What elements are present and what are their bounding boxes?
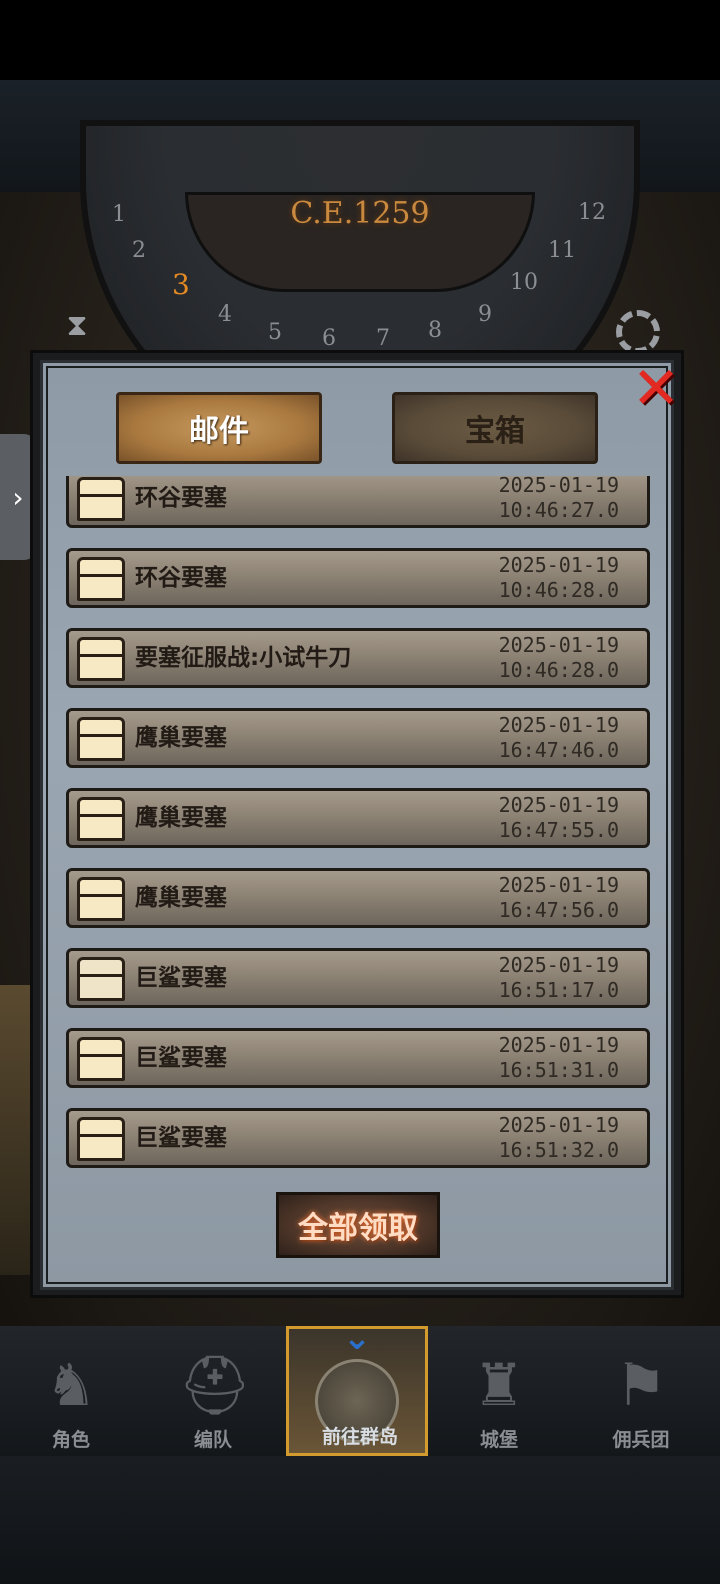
chest-icon bbox=[77, 797, 125, 841]
nav-castle[interactable]: ♜ 城堡 bbox=[428, 1326, 570, 1456]
dial-number-active: 3 bbox=[172, 268, 190, 301]
dial-number: 8 bbox=[428, 318, 442, 343]
banner-icon: ⚑ bbox=[615, 1351, 667, 1419]
mail-item[interactable]: 鹰巢要塞 2025-01-19 16:47:55.0 bbox=[66, 788, 650, 848]
mail-date: 2025-01-19 bbox=[498, 1113, 619, 1137]
dial-number: 4 bbox=[218, 302, 232, 327]
nav-formation[interactable]: ⛑ 编队 bbox=[142, 1326, 284, 1456]
mail-title: 巨鲨要塞 bbox=[135, 1045, 227, 1071]
dial-number: 12 bbox=[578, 200, 606, 225]
chest-icon bbox=[77, 1117, 125, 1161]
castle-icon: ♜ bbox=[473, 1351, 525, 1419]
dial-number: 2 bbox=[132, 238, 146, 263]
game-screen: C.E.1259 1 2 3 4 5 6 7 8 9 10 11 12 ⧗ › … bbox=[0, 0, 720, 1584]
side-quest-decor bbox=[0, 985, 30, 1275]
mail-date: 2025-01-19 bbox=[498, 873, 619, 897]
mail-title: 环谷要塞 bbox=[135, 565, 227, 591]
nav-label: 城堡 bbox=[479, 1429, 518, 1451]
mail-timestamp: 2025-01-19 10:46:28.0 bbox=[499, 553, 619, 603]
mail-timestamp: 2025-01-19 16:47:56.0 bbox=[499, 873, 619, 923]
mail-timestamp: 2025-01-19 10:46:27.0 bbox=[499, 476, 619, 523]
nav-character[interactable]: ♞ 角色 bbox=[0, 1326, 142, 1456]
mail-time: 16:47:46.0 bbox=[498, 738, 619, 762]
mail-time: 10:46:28.0 bbox=[498, 658, 619, 682]
nav-label: 编队 bbox=[193, 1429, 232, 1451]
mail-date: 2025-01-19 bbox=[498, 476, 619, 497]
mail-date: 2025-01-19 bbox=[498, 793, 619, 817]
mail-title: 要塞征服战:小试牛刀 bbox=[135, 645, 352, 671]
gear-icon[interactable] bbox=[616, 310, 660, 354]
closed-chest-icon bbox=[77, 957, 125, 1001]
mail-list[interactable]: 环谷要塞 2025-01-19 10:46:27.0 环谷要塞 2025-01-… bbox=[66, 476, 656, 1176]
bottom-band bbox=[0, 1456, 720, 1584]
close-icon[interactable]: ✕ bbox=[628, 359, 684, 417]
mail-item[interactable]: 要塞征服战:小试牛刀 2025-01-19 10:46:28.0 bbox=[66, 628, 650, 688]
dial-number: 6 bbox=[322, 326, 336, 351]
mail-timestamp: 2025-01-19 16:51:31.0 bbox=[499, 1033, 619, 1083]
mail-item[interactable]: 鹰巢要塞 2025-01-19 16:47:46.0 bbox=[66, 708, 650, 768]
mail-item[interactable]: 巨鲨要塞 2025-01-19 16:51:31.0 bbox=[66, 1028, 650, 1088]
chest-icon bbox=[77, 557, 125, 601]
mail-title: 巨鲨要塞 bbox=[135, 1125, 227, 1151]
knight-icon: ♞ bbox=[45, 1351, 97, 1419]
status-bar-area bbox=[0, 0, 720, 80]
dial-number: 7 bbox=[376, 326, 390, 351]
mail-title: 巨鲨要塞 bbox=[135, 965, 227, 991]
chest-icon bbox=[77, 717, 125, 761]
mail-timestamp: 2025-01-19 10:46:28.0 bbox=[499, 633, 619, 683]
hourglass-icon[interactable]: ⧗ bbox=[60, 308, 94, 348]
nav-label: 角色 bbox=[51, 1429, 90, 1451]
dial-number: 11 bbox=[548, 238, 576, 263]
mail-title: 鹰巢要塞 bbox=[135, 885, 227, 911]
mail-time: 10:46:28.0 bbox=[498, 578, 619, 602]
dial-number: 9 bbox=[478, 302, 492, 327]
mail-item[interactable]: 环谷要塞 2025-01-19 10:46:28.0 bbox=[66, 548, 650, 608]
mail-time: 16:47:55.0 bbox=[498, 818, 619, 842]
dial-number: 1 bbox=[112, 202, 126, 227]
mail-item[interactable]: 巨鲨要塞 2025-01-19 16:51:17.0 bbox=[66, 948, 650, 1008]
dial-number: 5 bbox=[268, 320, 282, 345]
mail-time: 16:47:56.0 bbox=[498, 898, 619, 922]
mail-timestamp: 2025-01-19 16:51:17.0 bbox=[499, 953, 619, 1003]
mail-item[interactable]: 鹰巢要塞 2025-01-19 16:47:56.0 bbox=[66, 868, 650, 928]
nav-mercenaries[interactable]: ⚑ 佣兵团 bbox=[570, 1326, 712, 1456]
mail-timestamp: 2025-01-19 16:47:55.0 bbox=[499, 793, 619, 843]
mail-date: 2025-01-19 bbox=[498, 953, 619, 977]
mail-date: 2025-01-19 bbox=[498, 553, 619, 577]
chevron-right-icon: › bbox=[12, 480, 24, 514]
mail-time: 16:51:17.0 bbox=[498, 978, 619, 1002]
tab-chests[interactable]: 宝箱 bbox=[392, 392, 598, 464]
nav-islands[interactable]: ⌄ 前往群岛 bbox=[286, 1318, 428, 1456]
chest-icon bbox=[77, 877, 125, 921]
chest-icon bbox=[77, 477, 125, 521]
claim-all-button[interactable]: 全部领取 bbox=[276, 1192, 440, 1258]
mail-title: 环谷要塞 bbox=[135, 485, 227, 511]
mail-item[interactable]: 环谷要塞 2025-01-19 10:46:27.0 bbox=[66, 476, 650, 528]
helmet-icon: ⛑ bbox=[178, 1351, 252, 1419]
mail-date: 2025-01-19 bbox=[498, 713, 619, 737]
chest-icon bbox=[77, 1037, 125, 1081]
chevron-down-icon: ⌄ bbox=[342, 1318, 372, 1358]
dial-number: 10 bbox=[510, 270, 538, 295]
mail-time: 16:51:32.0 bbox=[498, 1138, 619, 1162]
nav-label: 前往群岛 bbox=[321, 1426, 398, 1448]
mail-title: 鹰巢要塞 bbox=[135, 725, 227, 751]
mail-item[interactable]: 巨鲨要塞 2025-01-19 16:51:32.0 bbox=[66, 1108, 650, 1168]
mail-date: 2025-01-19 bbox=[498, 1033, 619, 1057]
mail-title: 鹰巢要塞 bbox=[135, 805, 227, 831]
mail-timestamp: 2025-01-19 16:51:32.0 bbox=[499, 1113, 619, 1163]
year-label: C.E.1259 bbox=[290, 196, 430, 231]
mail-date: 2025-01-19 bbox=[498, 633, 619, 657]
tab-mail[interactable]: 邮件 bbox=[116, 392, 322, 464]
mail-time: 16:51:31.0 bbox=[498, 1058, 619, 1082]
mail-timestamp: 2025-01-19 16:47:46.0 bbox=[499, 713, 619, 763]
chest-icon bbox=[77, 637, 125, 681]
nav-label: 佣兵团 bbox=[612, 1429, 670, 1451]
mail-time: 10:46:27.0 bbox=[498, 498, 619, 522]
